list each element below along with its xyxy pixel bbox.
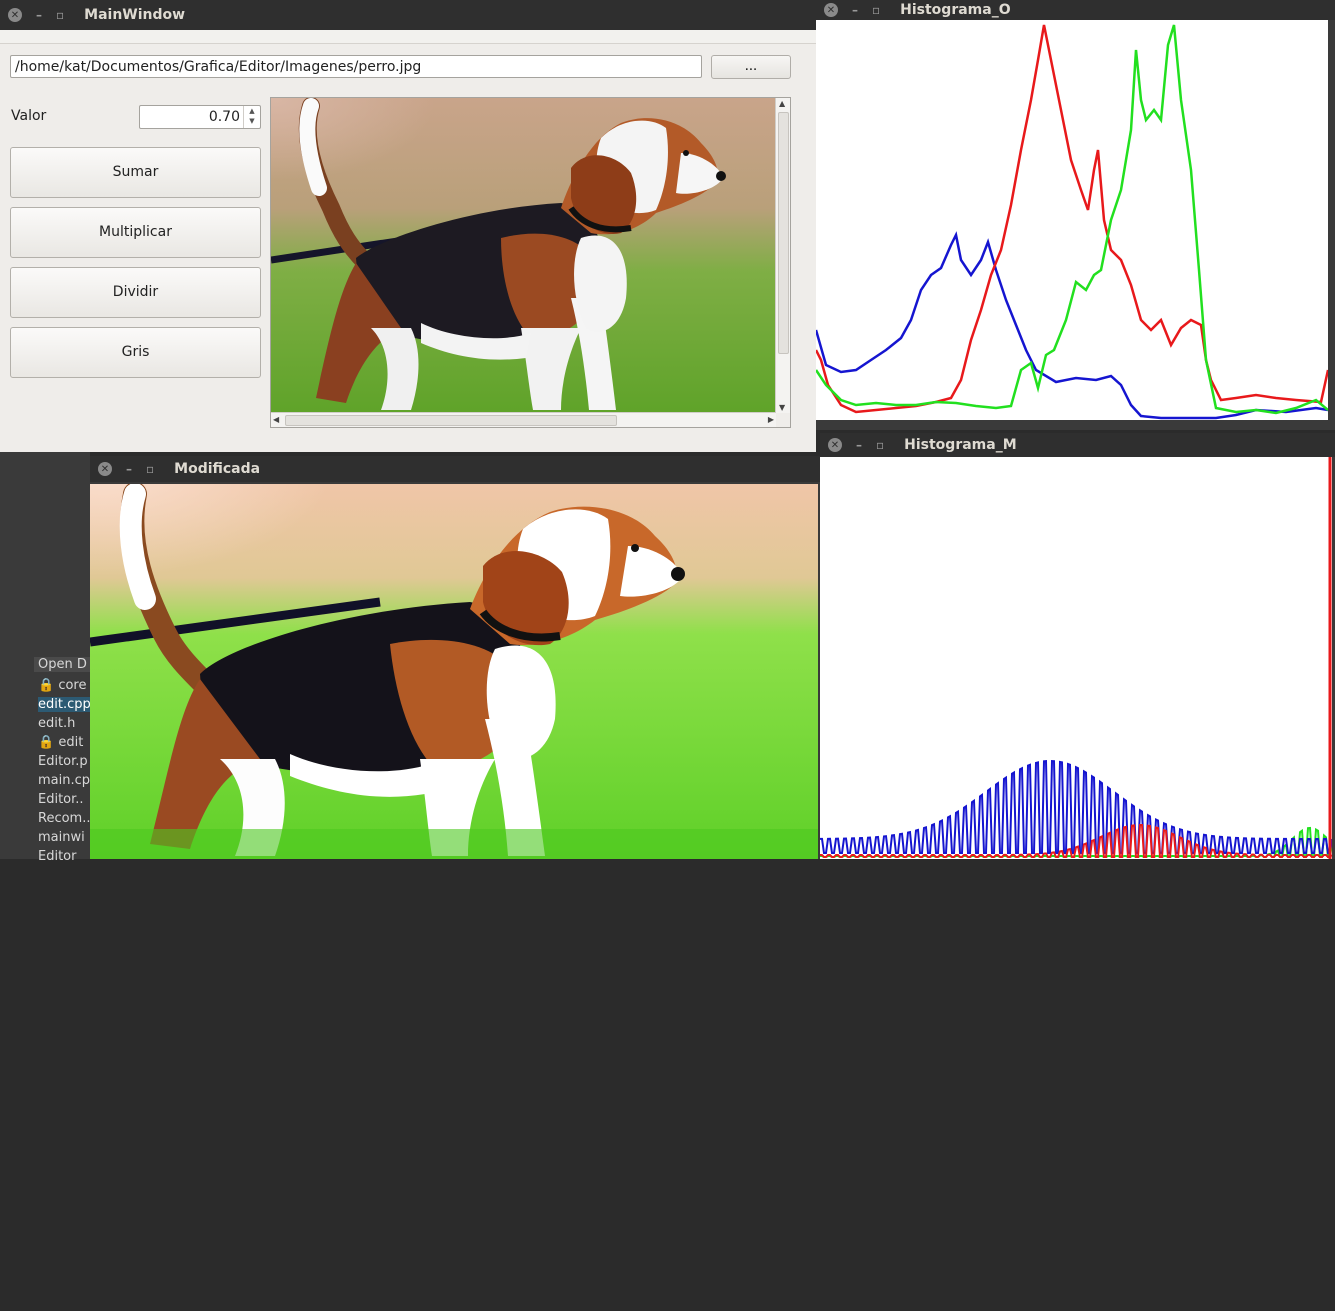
histogram-original-titlebar: ✕ – ▫ Histograma_O [816,0,1335,20]
blue-channel-line [814,231,1329,420]
open-file-label: edit.cpp [38,697,91,712]
modified-window-titlebar: ✕ – ▫ Modificada [90,456,820,482]
minimize-icon[interactable]: – [856,438,862,452]
scroll-right-icon[interactable]: ▶ [768,415,774,424]
maximize-icon[interactable]: ▫ [56,8,64,22]
sumar-button[interactable]: Sumar [10,147,261,198]
dividir-button[interactable]: Dividir [10,267,261,318]
open-file-item[interactable]: Editor.p [38,754,88,769]
open-file-label: Editor [38,849,77,864]
green-channel-line [814,24,1329,415]
lock-icon: 🔒 [38,735,59,750]
open-file-item[interactable]: Editor [38,849,76,864]
horizontal-scroll-thumb[interactable] [285,415,617,426]
open-file-label: edit [58,735,84,750]
open-file-item[interactable]: edit.h [38,716,75,731]
close-icon[interactable]: ✕ [824,3,838,17]
open-file-item[interactable]: main.cp [38,773,90,788]
close-icon[interactable]: ✕ [8,8,22,22]
menu-bar [0,30,816,44]
open-file-item[interactable]: Recom.. [38,811,90,826]
minimize-icon[interactable]: – [36,8,42,22]
open-file-label: core [58,678,87,693]
histogram-modified-window: ✕ – ▫ Histograma_M [819,433,1335,859]
scroll-left-icon[interactable]: ◀ [273,415,279,424]
histogram-original-plot [814,20,1330,420]
valor-value: 0.70 [208,109,240,125]
open-file-label: Recom.. [38,811,91,826]
path-input[interactable]: /home/kat/Documentos/Grafica/Editor/Imag… [10,55,702,78]
vertical-scrollbar[interactable]: ▲ ▼ [775,98,790,413]
image-viewer[interactable]: ▲ ▼ ◀ ▶ [270,97,791,428]
minimize-icon[interactable]: – [126,462,132,476]
blue-channel-line [819,759,1333,854]
open-file-item[interactable]: Editor.. [38,792,84,807]
ide-file-panel: Open D 🔒 core edit.cpp edit.h 🔒 edit Editor.… [0,452,98,864]
original-photo [271,98,776,413]
window-title: Histograma_M [904,437,1017,453]
close-icon[interactable]: ✕ [828,438,842,452]
valor-spinbox[interactable]: 0.70 ▲ ▼ [139,105,261,129]
open-file-label: mainwi [38,830,85,845]
maximize-icon[interactable]: ▫ [146,462,154,476]
open-file-label: Editor.. [38,792,84,807]
scroll-down-icon[interactable]: ▼ [779,403,785,412]
open-file-item[interactable]: mainwi [38,830,85,845]
arrow-up-icon[interactable]: ▲ [244,106,260,116]
open-file-label: edit.h [38,716,76,731]
window-title: Histograma_O [900,2,1011,18]
histogram-original-window: ✕ – ▫ Histograma_O [814,0,1335,430]
histogram-modified-plot [819,457,1333,859]
valor-label: Valor [11,108,47,124]
open-file-label: Editor.p [38,754,88,769]
window-title: Modificada [174,461,261,477]
modified-image-window: ✕ – ▫ Modificada [90,456,820,859]
maximize-icon[interactable]: ▫ [876,438,884,452]
horizontal-scrollbar[interactable]: ◀ ▶ [271,412,776,427]
open-documents-header: Open D [34,657,98,672]
arrow-down-icon[interactable]: ▼ [244,116,260,126]
histogram-modified-titlebar: ✕ – ▫ Histograma_M [820,433,1335,457]
minimize-icon[interactable]: – [852,3,858,17]
maximize-icon[interactable]: ▫ [872,3,880,17]
lock-icon: 🔒 [38,678,59,693]
scroll-up-icon[interactable]: ▲ [779,99,785,108]
browse-button[interactable]: ... [711,55,791,79]
open-file-label: main.cp [38,773,91,788]
open-file-item[interactable]: 🔒 edit [38,735,83,750]
gris-button[interactable]: Gris [10,327,261,378]
open-file-item[interactable]: 🔒 core [38,678,87,693]
main-window-titlebar: ✕ – ▫ MainWindow [0,0,816,30]
red-channel-line [814,24,1330,414]
spin-arrows[interactable]: ▲ ▼ [243,106,260,128]
main-window: ✕ – ▫ MainWindow /home/kat/Documentos/Gr… [0,0,816,452]
open-file-item[interactable]: edit.cpp [38,697,91,712]
close-icon[interactable]: ✕ [98,462,112,476]
modified-photo [90,484,818,859]
vertical-scroll-thumb[interactable] [778,112,789,354]
window-title: MainWindow [84,7,186,23]
multiplicar-button[interactable]: Multiplicar [10,207,261,258]
